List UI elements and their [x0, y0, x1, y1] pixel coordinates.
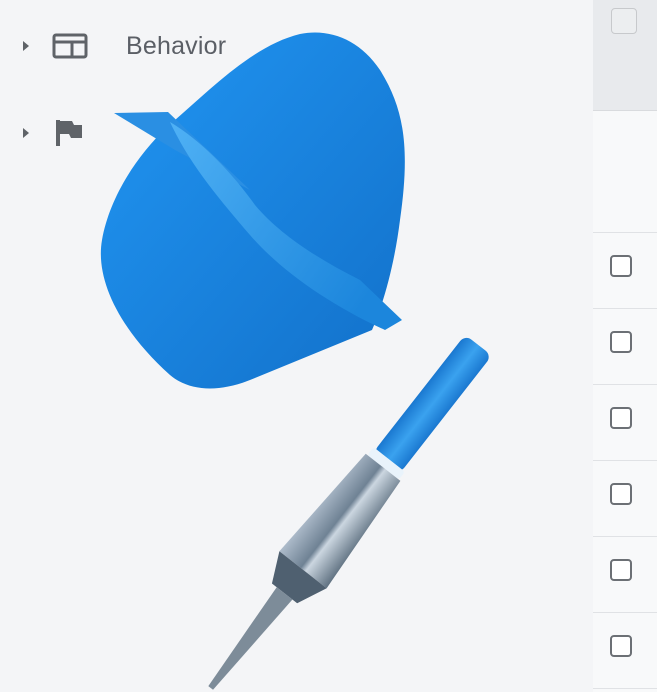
row-divider: [593, 536, 657, 537]
flag-icon: [52, 119, 88, 147]
row-divider: [593, 308, 657, 309]
tree-item-label: Behavior: [126, 31, 227, 60]
selection-column: [593, 0, 657, 692]
row-checkbox[interactable]: [610, 407, 632, 429]
row-divider: [593, 384, 657, 385]
row-divider: [593, 688, 657, 689]
row-checkbox[interactable]: [610, 635, 632, 657]
row-divider: [593, 232, 657, 233]
row-divider: [593, 612, 657, 613]
expand-caret-icon[interactable]: [20, 40, 32, 52]
row-divider: [593, 460, 657, 461]
column-header: [593, 0, 657, 111]
dart-illustration: [100, 32, 489, 690]
tree-item-behavior[interactable]: Behavior: [0, 26, 420, 66]
select-all-checkbox[interactable]: [611, 8, 637, 34]
expand-caret-icon[interactable]: [20, 127, 32, 139]
row-checkbox[interactable]: [610, 483, 632, 505]
row-checkbox[interactable]: [610, 255, 632, 277]
tree-item-flag[interactable]: [0, 113, 420, 153]
row-checkbox[interactable]: [610, 559, 632, 581]
layout-panel-icon: [52, 32, 88, 60]
row-checkbox[interactable]: [610, 331, 632, 353]
